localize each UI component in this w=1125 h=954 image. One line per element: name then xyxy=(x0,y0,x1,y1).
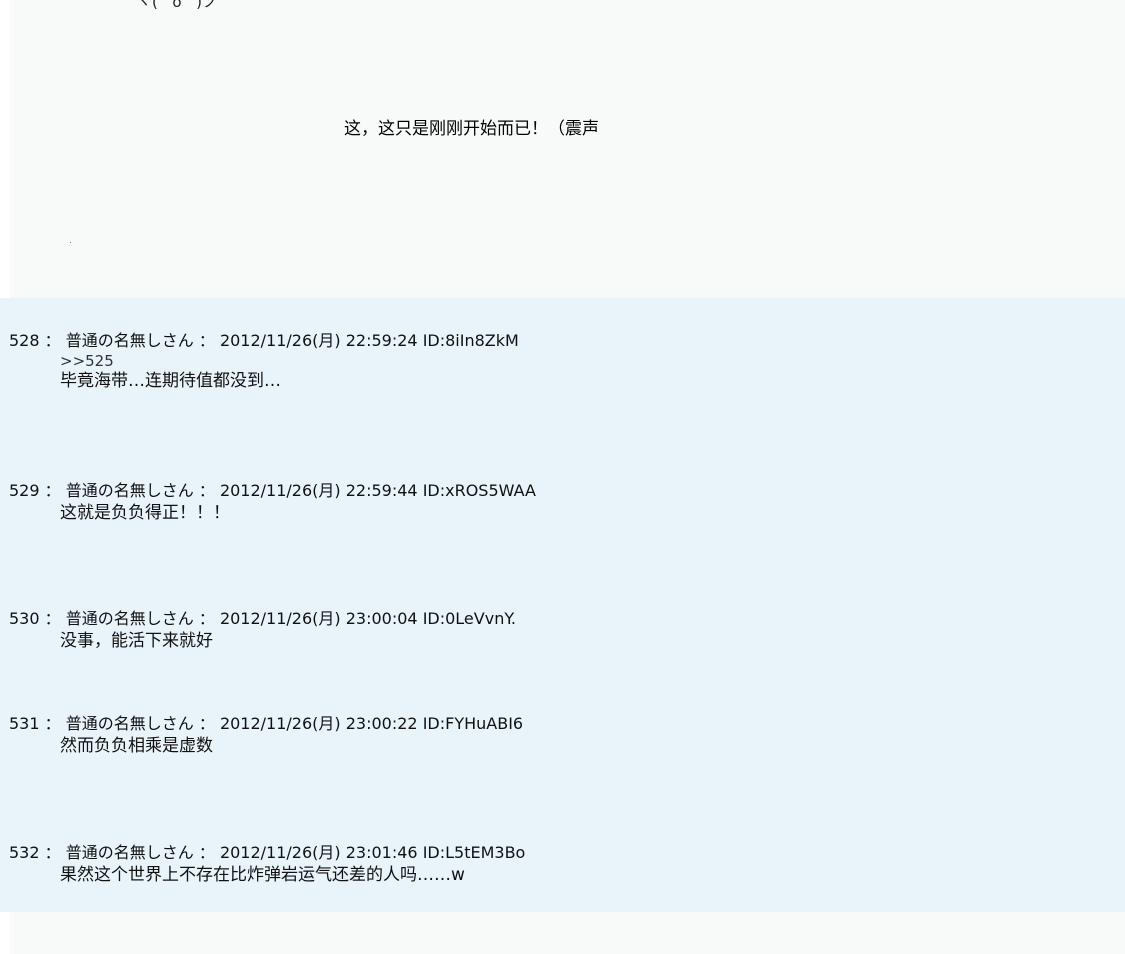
post-body: 没事，能活下来就好 xyxy=(60,631,213,651)
post-header: 532 ： 普通の名無しさん ： 2012/11/26(月) 23:01:46 … xyxy=(9,843,526,862)
post-body: 毕竟海带…连期待值都没到… xyxy=(60,371,281,391)
post-529: 529 ： 普通の名無しさん ： 2012/11/26(月) 22:59:44 … xyxy=(9,480,536,524)
story-panel: ヽ(^o^)ノ 这，这只是刚刚开始而已！（震声 xyxy=(10,0,1125,298)
post-number: 531 xyxy=(9,714,40,733)
post-530: 530 ： 普通の名無しさん ： 2012/11/26(月) 23:00:04 … xyxy=(9,608,516,652)
poster-name: 普通の名無しさん xyxy=(65,331,194,350)
post-number: 532 xyxy=(9,843,40,862)
next-story-panel xyxy=(10,912,1125,954)
poster-name: 普通の名無しさん xyxy=(65,843,194,862)
post-datetime: 2012/11/26(月) 23:00:04 xyxy=(219,609,418,628)
poster-id: ID:8iIn8ZkM xyxy=(422,331,519,350)
post-header: 528 ： 普通の名無しさん ： 2012/11/26(月) 22:59:24 … xyxy=(9,331,519,350)
post-body: 这就是负负得正！！！ xyxy=(60,503,230,523)
post-number: 528 xyxy=(9,331,40,350)
poster-id: ID:xROS5WAA xyxy=(422,481,536,500)
post-header: 530 ： 普通の名無しさん ： 2012/11/26(月) 23:00:04 … xyxy=(9,609,516,628)
poster-name: 普通の名無しさん xyxy=(65,714,194,733)
post-datetime: 2012/11/26(月) 23:00:22 xyxy=(219,714,418,733)
poster-id: ID:FYHuABI6 xyxy=(422,714,524,733)
poster-name: 普通の名無しさん xyxy=(65,609,194,628)
poster-id: ID:L5tEM3Bo xyxy=(422,843,526,862)
stray-dot xyxy=(70,242,71,243)
post-body: 果然这个世界上不存在比炸弹岩运气还差的人吗……w xyxy=(60,865,465,885)
post-528: 528 ： 普通の名無しさん ： 2012/11/26(月) 22:59:24 … xyxy=(9,330,519,392)
post-531: 531 ： 普通の名無しさん ： 2012/11/26(月) 23:00:22 … xyxy=(9,713,523,757)
post-datetime: 2012/11/26(月) 22:59:44 xyxy=(219,481,418,500)
post-header: 531 ： 普通の名無しさん ： 2012/11/26(月) 23:00:22 … xyxy=(9,714,524,733)
poster-name: 普通の名無しさん xyxy=(65,481,194,500)
page: ヽ(^o^)ノ 这，这只是刚刚开始而已！（震声 528 ： 普通の名無しさん ：… xyxy=(0,0,1125,954)
post-header: 529 ： 普通の名無しさん ： 2012/11/26(月) 22:59:44 … xyxy=(9,481,536,500)
post-body: 然而负负相乘是虚数 xyxy=(60,736,213,756)
reply-anchor-link[interactable]: >>525 xyxy=(60,352,519,370)
story-main-line: 这，这只是刚刚开始而已！（震声 xyxy=(344,119,599,139)
cut-off-text: ヽ(^o^)ノ xyxy=(136,0,220,11)
post-datetime: 2012/11/26(月) 22:59:24 xyxy=(219,331,418,350)
post-number: 530 xyxy=(9,609,40,628)
post-number: 529 xyxy=(9,481,40,500)
poster-id: ID:0LeVvnY. xyxy=(422,609,516,628)
post-datetime: 2012/11/26(月) 23:01:46 xyxy=(219,843,418,862)
post-532: 532 ： 普通の名無しさん ： 2012/11/26(月) 23:01:46 … xyxy=(9,842,525,886)
